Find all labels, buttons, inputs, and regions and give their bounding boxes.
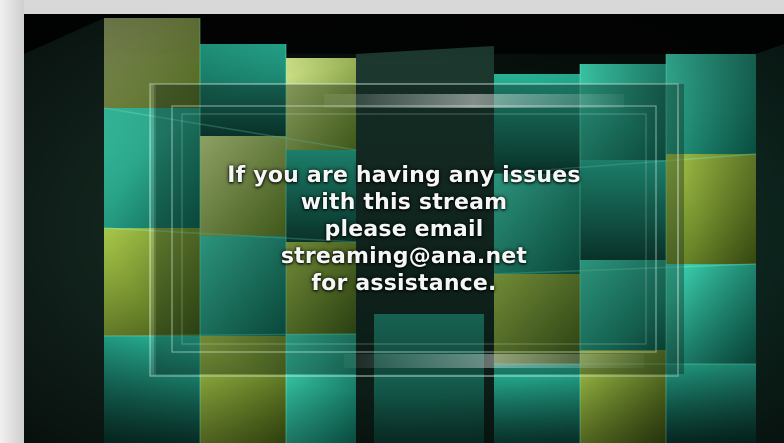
video-frame[interactable]: If you are having any issues with this s… [24,14,784,443]
message-line-3: please email [324,217,484,242]
left-border [0,0,24,443]
support-email: streaming@ana.net [280,244,528,269]
message-line-2: with this stream [300,190,508,215]
top-border [0,0,784,14]
message-line-1: If you are having any issues [227,163,581,188]
message-line-5: for assistance. [311,271,497,296]
support-message: If you are having any issues with this s… [184,162,624,297]
